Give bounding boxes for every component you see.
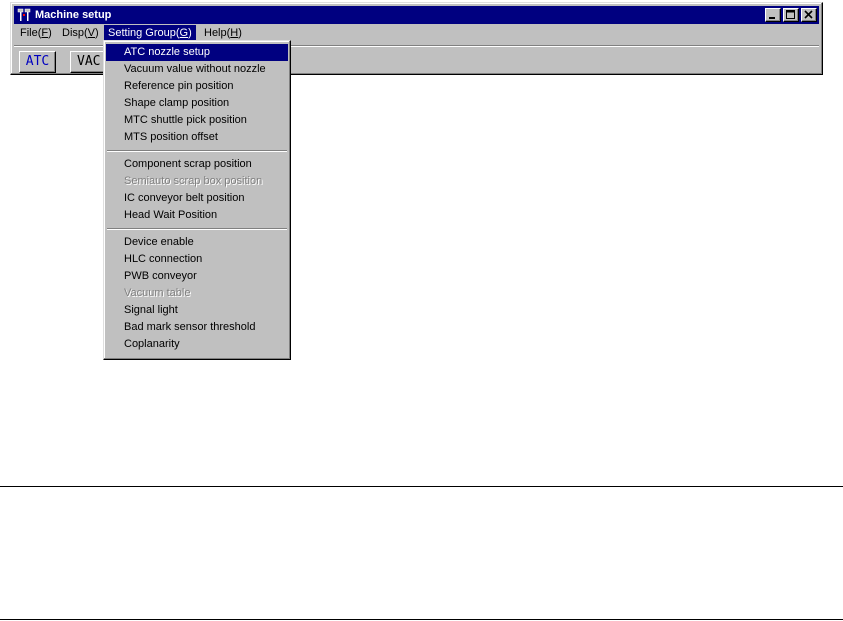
menu-item-hlc-connection[interactable]: HLC connection bbox=[106, 251, 288, 268]
minimize-button[interactable] bbox=[765, 8, 781, 22]
maximize-button[interactable] bbox=[783, 8, 799, 22]
menu-item-vacuum-value[interactable]: Vacuum value without nozzle bbox=[106, 61, 288, 78]
menu-item-mts-offset[interactable]: MTS position offset bbox=[106, 129, 288, 146]
menu-item-component-scrap[interactable]: Component scrap position bbox=[106, 156, 288, 173]
menu-item-head-wait[interactable]: Head Wait Position bbox=[106, 207, 288, 224]
menu-setting-label: Setting Group( bbox=[108, 27, 180, 39]
menu-item-atc-nozzle-setup[interactable]: ATC nozzle setup bbox=[106, 44, 288, 61]
menu-disp[interactable]: Disp(V) bbox=[58, 25, 103, 42]
divider-line-bottom bbox=[0, 619, 843, 620]
menu-item-vacuum-table: Vacuum table bbox=[124, 287, 191, 299]
menu-item-device-enable[interactable]: Device enable bbox=[106, 234, 288, 251]
menu-item-semiauto-scrap: Semiauto scrap box position bbox=[124, 175, 263, 187]
setting-group-dropdown: ATC nozzle setup Vacuum value without no… bbox=[103, 40, 291, 360]
menu-item-mtc-shuttle[interactable]: MTC shuttle pick position bbox=[106, 112, 288, 129]
menu-disp-label: Disp( bbox=[62, 27, 88, 39]
menu-file[interactable]: File(F) bbox=[16, 25, 56, 42]
close-button[interactable] bbox=[801, 8, 817, 22]
menu-disp-suffix: ) bbox=[95, 27, 99, 39]
minimize-icon bbox=[769, 17, 775, 19]
menu-item-coplanarity[interactable]: Coplanarity bbox=[106, 336, 288, 353]
menu-help-label: Help( bbox=[204, 27, 231, 39]
menu-setting-suffix: ) bbox=[188, 27, 192, 39]
menu-item-pwb-conveyor[interactable]: PWB conveyor bbox=[106, 268, 288, 285]
menu-item-reference-pin[interactable]: Reference pin position bbox=[106, 78, 288, 95]
maximize-icon bbox=[786, 10, 795, 19]
divider-line-top bbox=[0, 486, 843, 487]
menu-item-shape-clamp[interactable]: Shape clamp position bbox=[106, 95, 288, 112]
menu-item-ic-conveyor[interactable]: IC conveyor belt position bbox=[106, 190, 288, 207]
menu-item-signal-light[interactable]: Signal light bbox=[106, 302, 288, 319]
menu-disp-key: V bbox=[87, 27, 96, 39]
menu-item-bad-mark-sensor[interactable]: Bad mark sensor threshold bbox=[106, 319, 288, 336]
menu-separator bbox=[107, 150, 287, 152]
menu-help-suffix: ) bbox=[238, 27, 242, 39]
menu-separator bbox=[107, 228, 287, 230]
menu-file-label: File( bbox=[20, 27, 42, 39]
close-icon bbox=[804, 10, 813, 19]
window-title: Machine setup bbox=[35, 9, 112, 21]
app-tools-icon bbox=[17, 8, 31, 22]
menu-setting-key: G bbox=[179, 27, 189, 39]
title-bar[interactable]: Machine setup bbox=[14, 6, 819, 24]
atc-button[interactable]: ATC bbox=[19, 51, 56, 73]
menu-file-suffix: ) bbox=[48, 27, 52, 39]
